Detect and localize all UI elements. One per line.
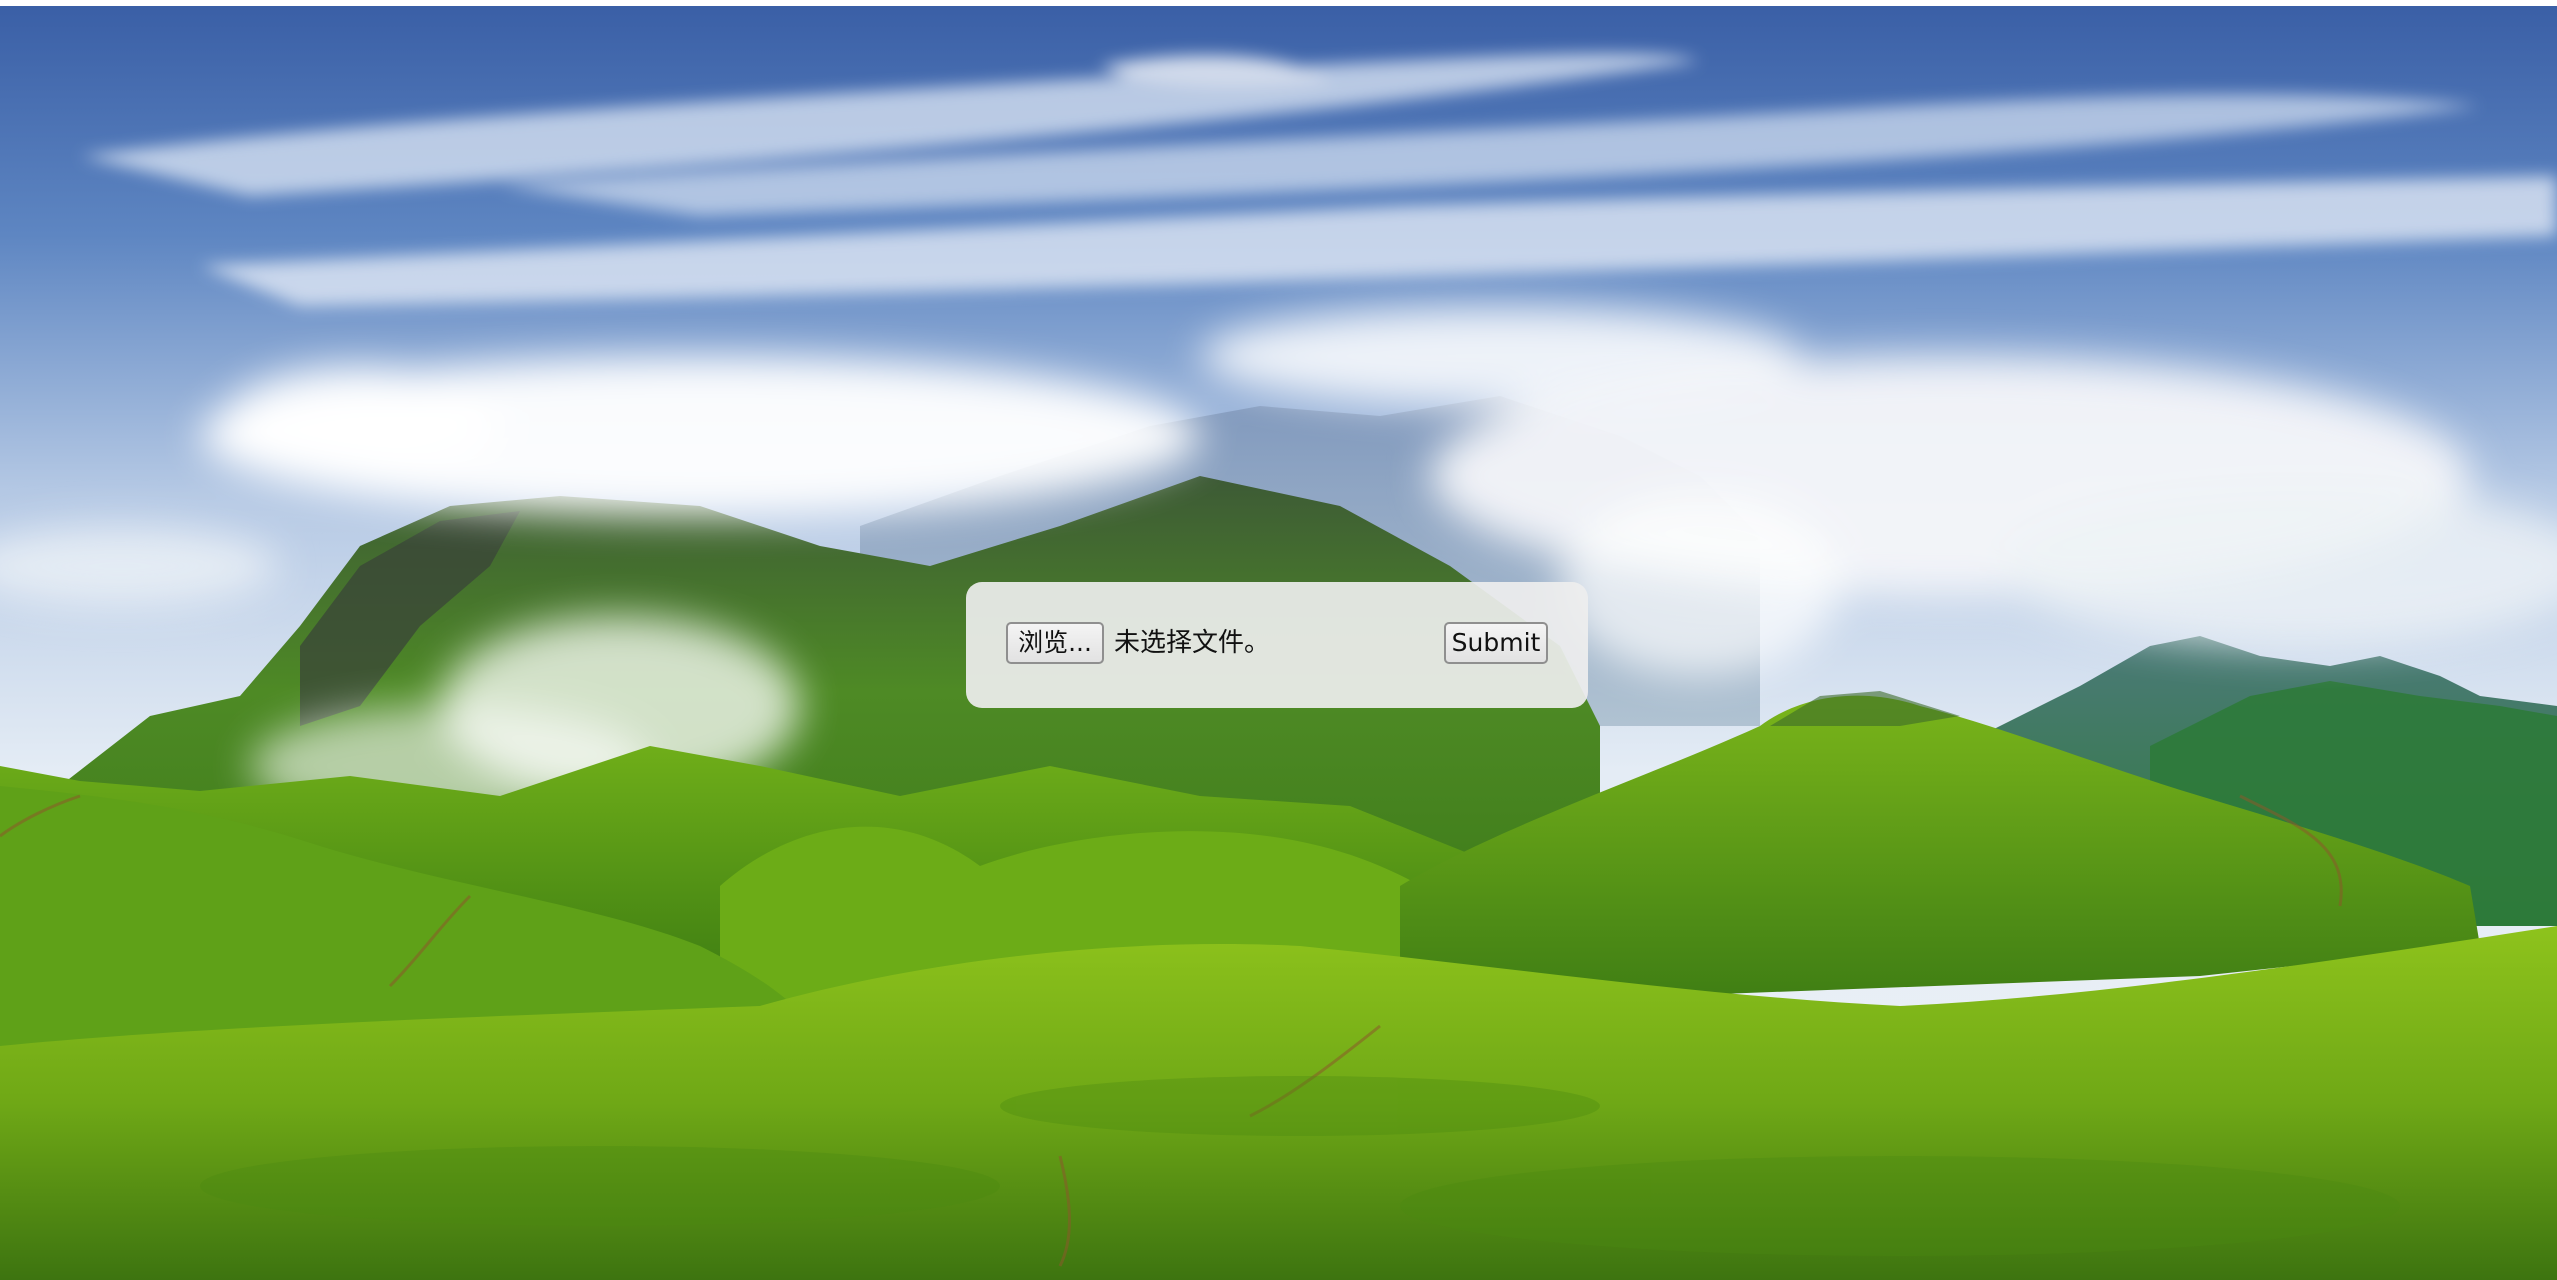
submit-button[interactable]: Submit — [1444, 622, 1548, 664]
browse-button[interactable]: 浏览... — [1006, 622, 1104, 664]
file-status-label: 未选择文件。 — [1114, 628, 1271, 658]
upload-form: 浏览... 未选择文件。 Submit — [966, 582, 1588, 708]
page: 浏览... 未选择文件。 Submit — [0, 0, 2557, 1280]
